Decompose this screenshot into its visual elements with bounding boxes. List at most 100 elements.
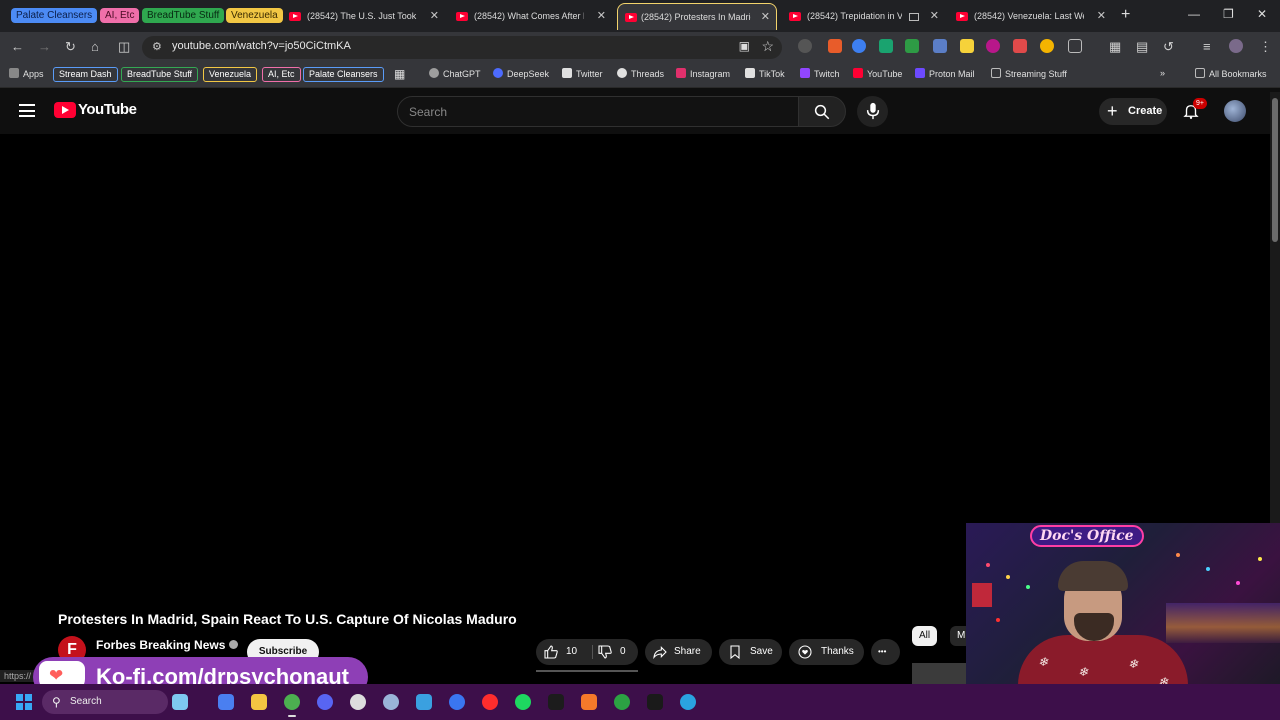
xbox-icon[interactable] [614, 694, 630, 710]
chrome-icon[interactable] [284, 694, 300, 717]
extension-icon[interactable] [828, 39, 842, 53]
bookmark-group-stream-dash[interactable]: Stream Dash [53, 67, 118, 82]
bookmark-group-breadtube[interactable]: BreadTube Stuff [121, 67, 199, 82]
discord-icon[interactable] [317, 694, 333, 710]
youtube-favicon-icon [456, 12, 468, 21]
bookmark-proton-mail[interactable]: Proton Mail [915, 68, 975, 79]
spotify-icon[interactable] [515, 694, 531, 710]
extensions-puzzle-icon[interactable] [1068, 39, 1082, 53]
bookmark-deepseek[interactable]: DeepSeek [493, 68, 549, 79]
browser-tab[interactable]: (28542) Trepidation in Ve ✕ [789, 3, 939, 30]
browser-tab[interactable]: (28542) The U.S. Just Took M ✕ [289, 3, 439, 30]
apps-bookmark[interactable]: Apps [9, 68, 44, 79]
share-button[interactable]: Share [645, 639, 712, 665]
browser-tab[interactable]: (28542) Venezuela: Last Wee ✕ [956, 3, 1106, 30]
search-input[interactable]: Search [397, 96, 799, 127]
blender-icon[interactable] [581, 694, 597, 710]
scrollbar-thumb[interactable] [1272, 98, 1278, 242]
bookmark-youtube[interactable]: YouTube [853, 68, 902, 79]
bookmark-twitch[interactable]: Twitch [800, 68, 840, 79]
taskbar-search[interactable]: ⚲ Search [42, 690, 168, 714]
file-explorer-icon[interactable] [251, 694, 267, 710]
bookmark-group-ai-etc[interactable]: AI, Etc [262, 67, 301, 82]
home-icon[interactable]: ⌂ [91, 39, 99, 54]
terminal-icon[interactable] [548, 694, 564, 710]
bookmark-tiktok[interactable]: TikTok [745, 68, 785, 79]
create-button[interactable]: + Create [1099, 98, 1167, 125]
thanks-button[interactable]: Thanks [789, 639, 864, 665]
minimize-icon[interactable]: — [1188, 7, 1200, 21]
telegram-icon[interactable] [680, 694, 696, 710]
all-bookmarks-folder[interactable]: All Bookmarks [1195, 68, 1267, 79]
more-actions-button[interactable]: ••• [871, 639, 900, 665]
close-tab-icon[interactable]: ✕ [430, 3, 439, 30]
dislike-button[interactable]: 0 [594, 639, 638, 665]
extension-icon[interactable] [879, 39, 893, 53]
bookmarks-overflow-icon[interactable]: » [1160, 68, 1165, 78]
bookmark-instagram[interactable]: Instagram [676, 68, 730, 79]
reload-icon[interactable]: ↻ [65, 39, 76, 55]
account-avatar[interactable] [1224, 100, 1246, 122]
extension-icon[interactable] [986, 39, 1000, 53]
guide-menu-icon[interactable] [19, 104, 35, 117]
reading-list-icon[interactable]: ▤ [1136, 39, 1148, 55]
browser-menu-icon[interactable]: ⋮ [1259, 39, 1272, 55]
new-tab-button[interactable]: + [1121, 6, 1130, 24]
extension-icon[interactable] [905, 39, 919, 53]
recommended-thumbnail[interactable] [912, 663, 966, 684]
widgets-icon[interactable] [172, 694, 188, 710]
forward-icon[interactable]: → [38, 39, 51, 54]
media-controls-icon[interactable]: ≡ [1203, 39, 1211, 54]
tab-group-palate-cleansers[interactable]: Palate Cleansers [11, 8, 98, 23]
close-window-icon[interactable]: ✕ [1257, 7, 1267, 21]
signal-icon[interactable] [449, 694, 465, 710]
bookmark-threads[interactable]: Threads [617, 68, 664, 79]
extension-icon[interactable] [933, 39, 947, 53]
back-icon[interactable]: ← [11, 39, 24, 54]
install-app-icon[interactable]: ▣ [739, 39, 750, 53]
maximize-icon[interactable]: ❐ [1223, 7, 1234, 21]
messenger-icon[interactable] [218, 694, 234, 710]
edge-icon[interactable] [416, 694, 432, 710]
profile-avatar[interactable] [1229, 39, 1243, 53]
winamp-icon[interactable] [647, 694, 663, 710]
close-tab-icon[interactable]: ✕ [597, 3, 606, 30]
bookmark-group-venezuela[interactable]: Venezuela [203, 67, 258, 82]
close-tab-icon[interactable]: ✕ [761, 4, 770, 30]
browser-tab[interactable]: (28542) What Comes After M ✕ [456, 3, 606, 30]
extension-icon[interactable] [1040, 39, 1054, 53]
threads-icon [617, 68, 627, 78]
chip-all[interactable]: All [912, 626, 938, 646]
search-button[interactable] [798, 96, 846, 127]
bookmark-twitter[interactable]: Twitter [562, 68, 603, 79]
like-button[interactable]: 10 [536, 639, 590, 665]
site-info-icon[interactable]: ⚙ [152, 40, 162, 53]
address-bar[interactable]: ⚙ youtube.com/watch?v=jo50CiCtmKA ▣ ☆ [142, 36, 782, 59]
close-tab-icon[interactable]: ✕ [1097, 3, 1106, 30]
extension-icon[interactable] [798, 39, 812, 53]
side-panel-icon[interactable]: ◫ [118, 39, 130, 55]
tab-search-icon[interactable]: ▦ [1109, 39, 1121, 55]
close-tab-icon[interactable]: ✕ [930, 3, 939, 30]
channel-name[interactable]: Forbes Breaking News [96, 638, 239, 652]
obs-icon[interactable] [350, 694, 366, 710]
bookmark-star-icon[interactable]: ☆ [761, 38, 774, 55]
steam-icon[interactable] [383, 694, 399, 710]
bookmark-chatgpt[interactable]: ChatGPT [429, 68, 481, 79]
save-button[interactable]: Save [719, 639, 782, 665]
bookmark-folder-streaming-stuff[interactable]: Streaming Stuff [991, 68, 1067, 79]
tab-groups-icon[interactable]: ▦ [394, 67, 405, 81]
extension-icon[interactable] [960, 39, 974, 53]
voice-search-button[interactable] [857, 96, 888, 127]
youtube-music-icon[interactable] [482, 694, 498, 710]
tab-group-breadtube[interactable]: BreadTube Stuff [142, 8, 225, 23]
windows-start-icon[interactable] [16, 694, 32, 710]
extension-icon[interactable] [1013, 39, 1027, 53]
browser-tab-active[interactable]: (28542) Protesters In Madrid ✕ [617, 3, 777, 30]
bookmark-group-palate-cleansers[interactable]: Palate Cleansers [303, 67, 384, 82]
tab-group-venezuela[interactable]: Venezuela [226, 8, 283, 23]
history-icon[interactable]: ↺ [1163, 39, 1174, 55]
tab-group-ai-etc[interactable]: AI, Etc [100, 8, 140, 23]
youtube-favicon-icon [289, 12, 301, 21]
extension-icon[interactable] [852, 39, 866, 53]
